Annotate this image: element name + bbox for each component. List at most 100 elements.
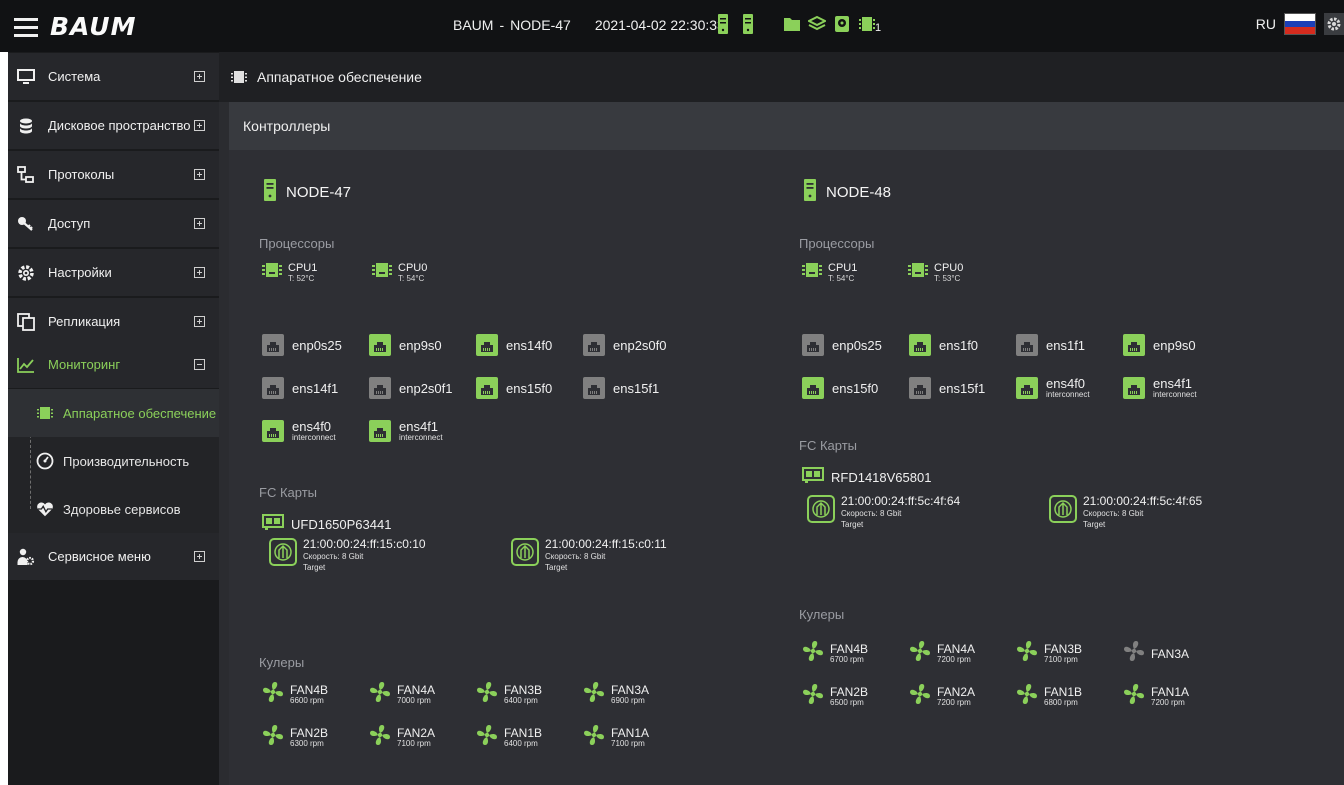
expand-icon[interactable] [194, 551, 205, 562]
network-port: ens1f1 [1016, 334, 1085, 356]
sidebar-item-replication[interactable]: Репликация [8, 298, 219, 346]
gauge-icon [36, 452, 54, 470]
expand-icon[interactable] [194, 218, 205, 229]
sidebar-item-monitoring[interactable]: Мониторинг [8, 341, 219, 389]
port-name: ens15f0 [506, 380, 553, 396]
language-selector[interactable]: RU [1256, 16, 1276, 32]
fan-speed: 6400 rpm [504, 696, 538, 705]
fc-section-label: FC Карты [259, 485, 317, 500]
sidebar-item-system[interactable]: Система [8, 53, 219, 101]
cpu-icon [908, 260, 928, 285]
fan-item: FAN1B 6800 rpm [1016, 683, 1082, 710]
node-48-title: NODE-48 [804, 179, 891, 206]
fan-icon [476, 724, 498, 751]
cpu-temp: T: 53°C [934, 273, 961, 283]
fan-icon [802, 683, 824, 710]
port-name: ens1f0 [939, 337, 979, 353]
fan-item: FAN4A 7200 rpm [909, 640, 975, 667]
port-role: interconnect [399, 433, 443, 442]
network-port: ens15f0 [802, 377, 878, 399]
collapse-icon[interactable] [194, 359, 205, 370]
ethernet-port-icon [802, 377, 824, 399]
cpu-name: CPU0 [934, 261, 964, 274]
fan-speed: 7200 rpm [1151, 698, 1185, 707]
fan-speed: 7200 rpm [937, 655, 971, 664]
fan-speed: 6400 rpm [504, 739, 538, 748]
header-right: RU [1256, 13, 1344, 35]
fc-wwn: 21:00:00:24:ff:5c:4f:65 [1083, 494, 1203, 508]
port-name: ens15f0 [832, 380, 879, 396]
fc-card-icon [801, 466, 825, 489]
copy-icon [16, 312, 36, 332]
network-port: ens4f1 interconnect [1123, 377, 1197, 399]
user-gear-icon [16, 547, 36, 567]
network-port: ens4f0 interconnect [1016, 377, 1090, 399]
gear-icon [16, 263, 36, 283]
expand-icon[interactable] [194, 120, 205, 131]
fc-speed: Скорость: 8 Gbit [841, 509, 902, 518]
port-name: ens15f1 [613, 380, 660, 396]
fan-icon [802, 640, 824, 667]
fan-icon [369, 681, 391, 708]
port-name: enp0s25 [832, 337, 882, 353]
fan-item: FAN2A 7100 rpm [369, 724, 435, 751]
logo: BAUM [50, 12, 137, 41]
ethernet-port-icon [802, 334, 824, 356]
sidebar-item-label: Настройки [48, 265, 112, 280]
sub-item-service-health[interactable]: Здоровье сервисов [8, 485, 219, 533]
fc-speed: Скорость: 8 Gbit [545, 552, 606, 561]
sidebar-item-label: Сервисное меню [48, 549, 151, 564]
sidebar-item-label: Протоколы [48, 167, 115, 182]
cpu-section-label: Процессоры [799, 236, 875, 251]
sidebar-item-service-menu[interactable]: Сервисное меню [8, 533, 219, 581]
fc-wwn: 21:00:00:24:ff:15:c0:11 [545, 537, 667, 551]
sub-item-label: Здоровье сервисов [63, 501, 181, 517]
controllers-panel: Контроллеры NODE-47 Процессоры CPU1 T: 52… [229, 102, 1344, 785]
ethernet-port-icon [909, 334, 931, 356]
ethernet-port-icon [583, 377, 605, 399]
chip-icon[interactable]: 1 [858, 14, 884, 34]
ethernet-port-icon [1016, 334, 1038, 356]
breadcrumb: Аппаратное обеспечение [219, 52, 1344, 102]
expand-icon[interactable] [194, 316, 205, 327]
fan-item: FAN3B 7100 rpm [1016, 640, 1082, 667]
fan-name: FAN4A [937, 642, 976, 656]
fan-icon [1016, 640, 1038, 667]
settings-gear-icon[interactable] [1324, 13, 1344, 35]
sub-item-label: Производительность [63, 453, 190, 469]
sidebar-item-protocols[interactable]: Протоколы [8, 151, 219, 199]
database-icon [16, 116, 36, 136]
network-port: ens15f0 [476, 377, 552, 399]
cpu-item: CPU0 T: 53°C [908, 260, 963, 285]
server-icon [264, 179, 276, 206]
cpu-item: CPU1 T: 52°C [262, 260, 317, 285]
sub-item-hardware[interactable]: Аппаратное обеспечение [8, 389, 219, 437]
fan-item: FAN2A 7200 rpm [909, 683, 975, 710]
menu-icon[interactable] [14, 18, 38, 37]
sidebar-item-label: Мониторинг [48, 357, 121, 372]
hdd-icon[interactable] [833, 14, 851, 34]
expand-icon[interactable] [194, 71, 205, 82]
fan-speed: 6700 rpm [830, 655, 864, 664]
server-icon[interactable] [717, 14, 731, 34]
sidebar-item-access[interactable]: Доступ [8, 200, 219, 248]
ethernet-port-icon [1123, 377, 1145, 399]
port-name: ens14f1 [292, 380, 339, 396]
fan-icon [583, 681, 605, 708]
expand-icon[interactable] [194, 267, 205, 278]
fc-card: RFD1418V65801 [801, 466, 931, 489]
russian-flag-icon[interactable] [1284, 13, 1316, 35]
network-port: enp9s0 [369, 334, 442, 356]
sub-item-performance[interactable]: Производительность [8, 437, 219, 485]
sidebar-item-storage[interactable]: Дисковое пространство [8, 102, 219, 150]
port-name: ens4f0 [1046, 376, 1086, 391]
expand-icon[interactable] [194, 169, 205, 180]
sidebar-item-settings[interactable]: Настройки [8, 249, 219, 297]
fan-item: FAN3B 6400 rpm [476, 681, 542, 708]
layers-icon[interactable] [806, 14, 828, 34]
server-icon[interactable] [742, 14, 756, 34]
fan-item: FAN2B 6300 rpm [262, 724, 328, 751]
folder-icon[interactable] [783, 14, 801, 34]
network-port: ens1f0 [909, 334, 978, 356]
port-name: ens4f0 [292, 419, 332, 434]
